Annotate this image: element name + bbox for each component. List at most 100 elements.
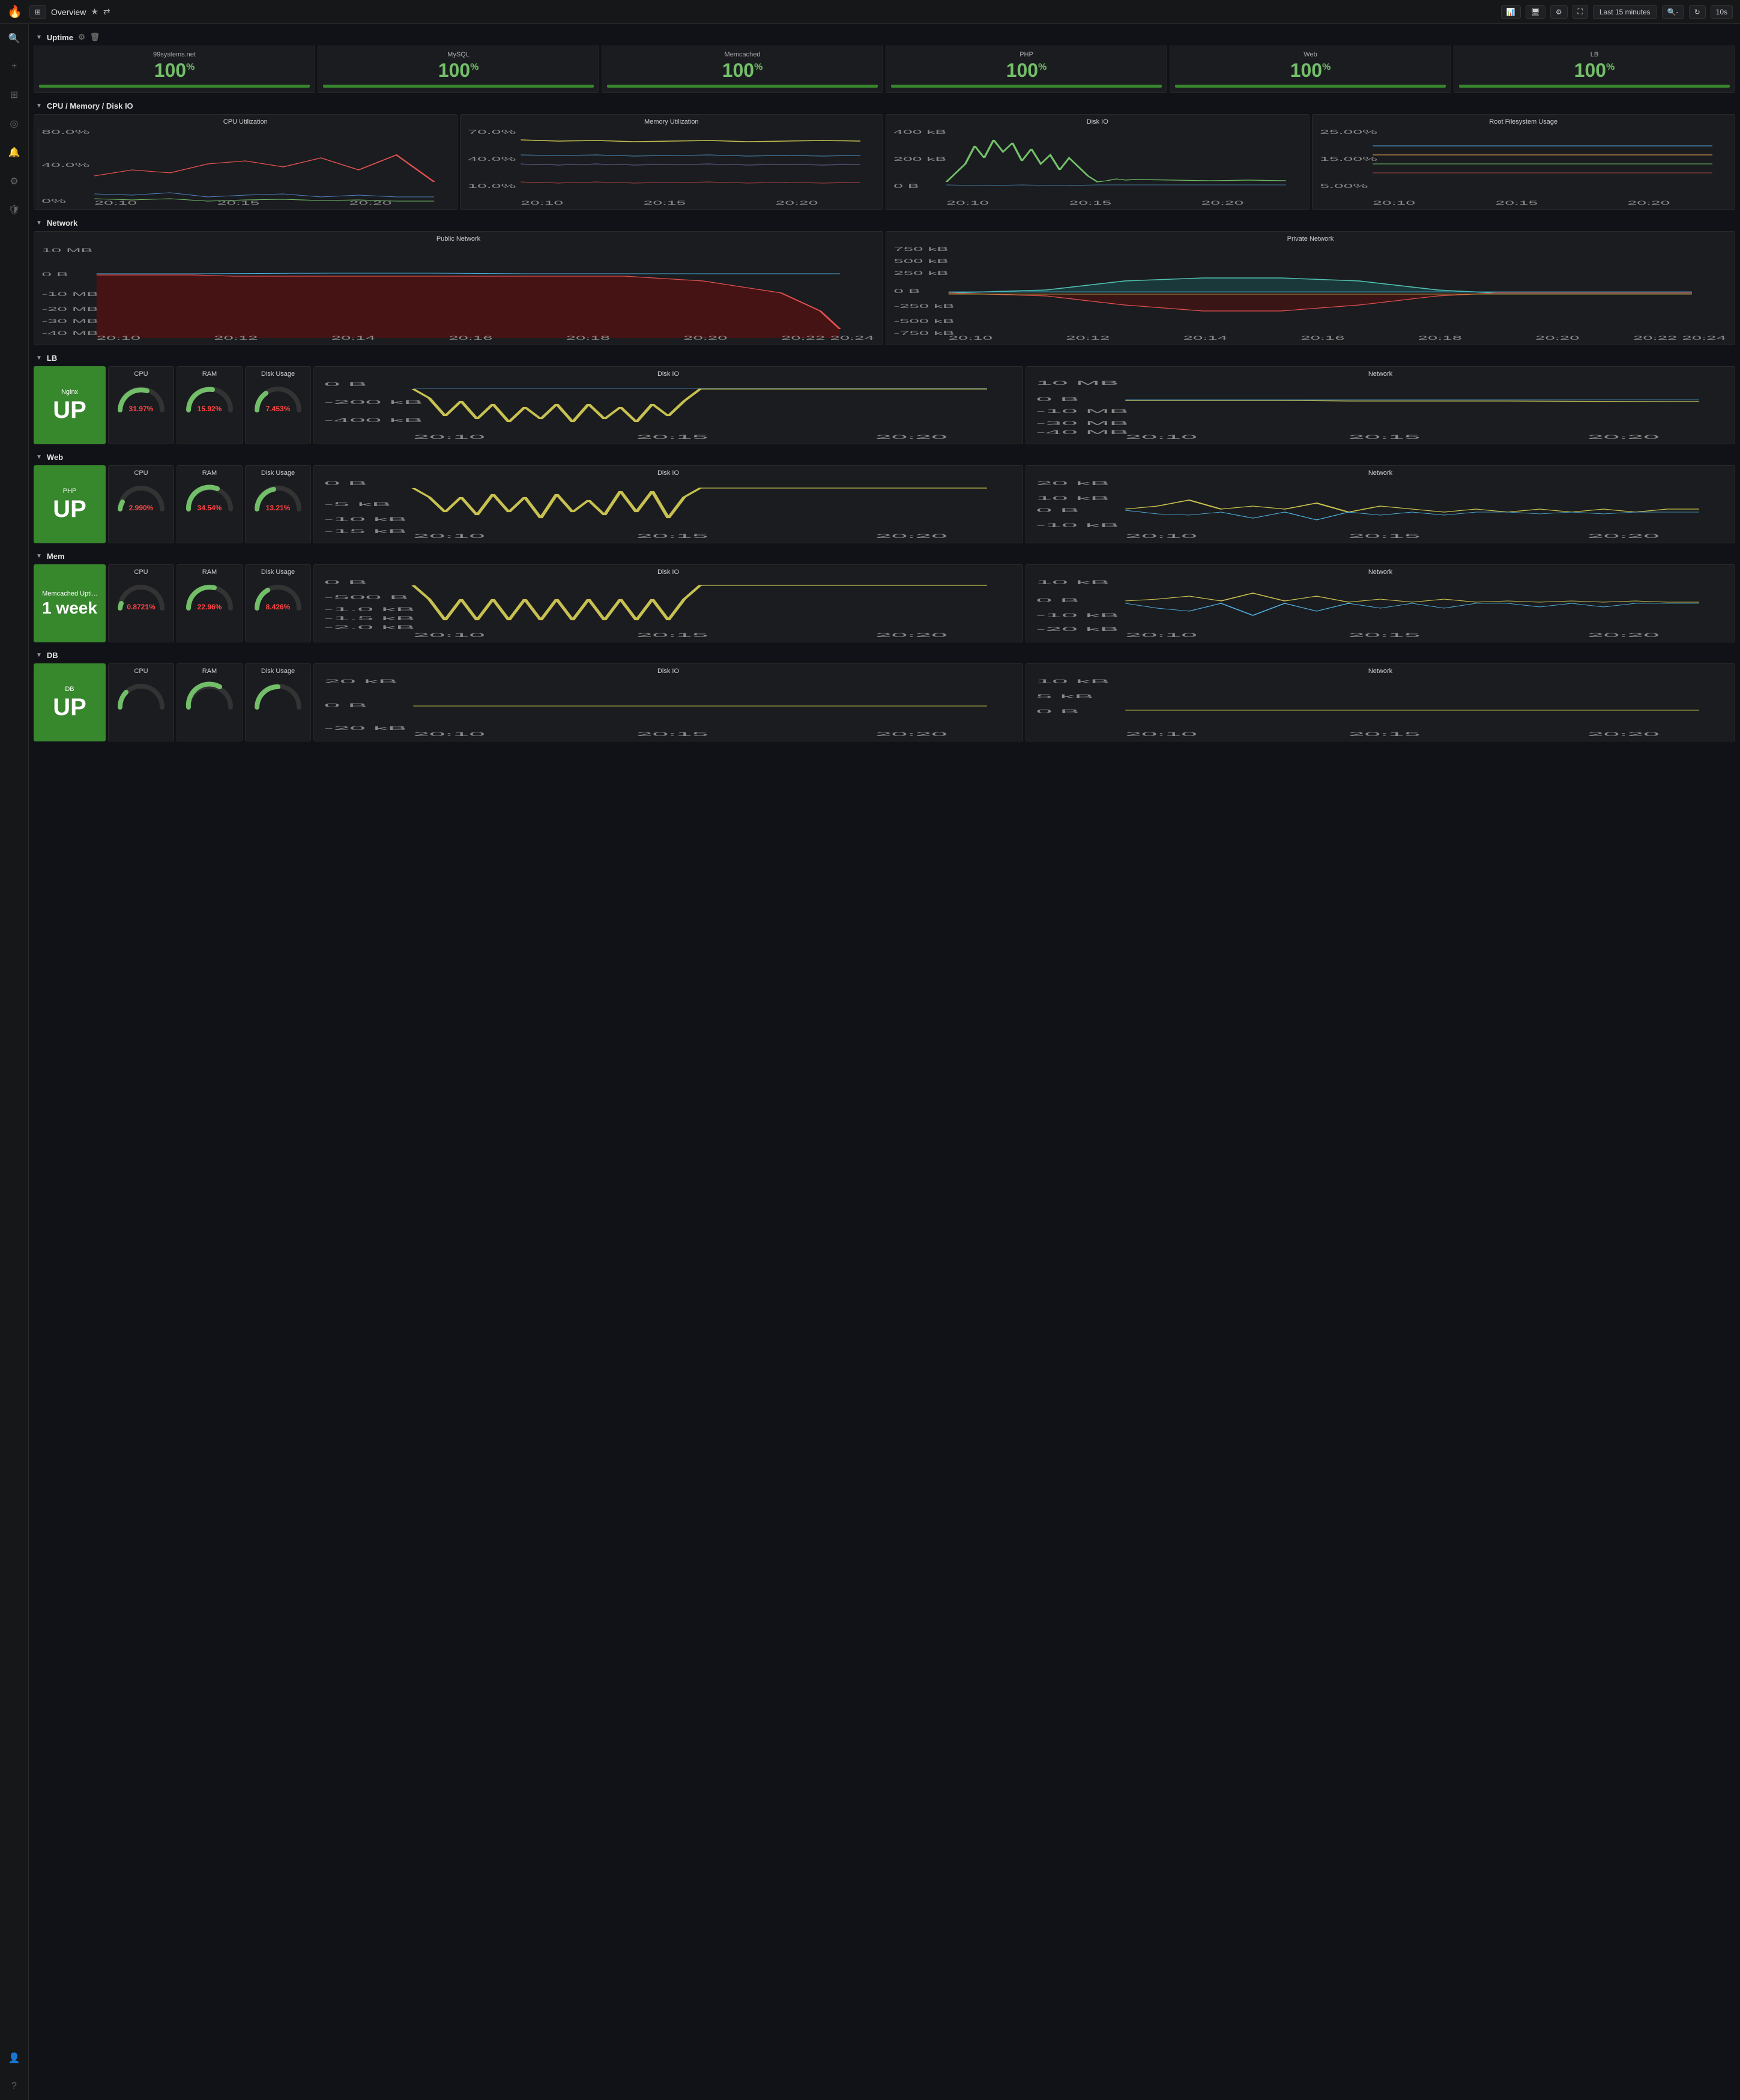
web-chevron: ▼	[36, 454, 42, 460]
db-section-header[interactable]: ▼ DB	[34, 647, 1735, 663]
main-content: ▼ Uptime ⚙ 🗑 99systems.net 100% MySQL 10…	[29, 24, 1740, 2100]
uptime-settings-icon[interactable]: ⚙	[78, 32, 85, 42]
uptime-card-0: 99systems.net 100%	[34, 46, 315, 93]
svg-text:20:20: 20:20	[683, 335, 727, 341]
uptime-card-label-3: PHP	[891, 51, 1162, 58]
mem-section-header[interactable]: ▼ Mem	[34, 548, 1735, 564]
svg-text:20:15: 20:15	[1349, 533, 1421, 539]
svg-text:-400 kB: -400 kB	[324, 417, 423, 423]
lb-network-chart-card: Network 10 MB 0 B -10 MB -30 MB -40 MB 2…	[1026, 366, 1735, 444]
mem-ram-value: 22.96%	[198, 603, 222, 611]
svg-text:20:20: 20:20	[775, 200, 818, 206]
svg-text:40.0%: 40.0%	[468, 156, 516, 162]
svg-text:-10 MB: -10 MB	[42, 291, 98, 297]
web-cpu-label: CPU	[134, 469, 148, 477]
uptime-card-value-0: 100%	[39, 61, 310, 80]
cpu-section-header[interactable]: ▼ CPU / Memory / Disk IO	[34, 98, 1735, 114]
kiosk-btn[interactable]: ⛶	[1572, 5, 1588, 19]
web-ram-gauge: RAM 34.54%	[177, 465, 243, 543]
svg-text:5 kB: 5 kB	[1036, 693, 1094, 699]
uptime-card-value-5: 100%	[1459, 61, 1730, 80]
svg-text:-15 kB: -15 kB	[324, 528, 407, 534]
mem-chevron: ▼	[36, 553, 42, 560]
lb-section-label: LB	[47, 354, 57, 363]
uptime-section-label: Uptime	[47, 33, 73, 42]
topbar-share[interactable]: ⇄	[103, 7, 110, 17]
db-chevron: ▼	[36, 652, 42, 659]
settings-btn[interactable]: ⚙	[1550, 5, 1568, 19]
lb-section-header[interactable]: ▼ LB	[34, 350, 1735, 366]
sidebar-icon-alerts[interactable]: 🔔	[5, 143, 24, 162]
lb-cpu-value: 31.97%	[129, 405, 154, 413]
uptime-card-1: MySQL 100%	[318, 46, 599, 93]
uptime-card-label-5: LB	[1459, 51, 1730, 58]
db-disk-usage-gauge-wrapper	[251, 677, 305, 710]
uptime-bar-2	[607, 85, 878, 88]
svg-text:500 kB: 500 kB	[894, 258, 949, 264]
chart-type-btn[interactable]: 📊	[1501, 5, 1521, 19]
svg-text:0 B: 0 B	[324, 480, 367, 486]
svg-text:20:15: 20:15	[1495, 200, 1538, 206]
svg-text:20:20: 20:20	[1587, 632, 1660, 638]
svg-text:20 kB: 20 kB	[1036, 480, 1110, 486]
svg-text:20:15: 20:15	[636, 434, 708, 440]
svg-text:70.0%: 70.0%	[468, 129, 516, 135]
sidebar-icon-user[interactable]: 👤	[5, 2048, 24, 2068]
svg-text:20:20: 20:20	[1627, 200, 1670, 206]
private-network-chart: 750 kB 500 kB 250 kB 0 B -250 kB -500 kB…	[890, 245, 1731, 341]
zoom-out-btn[interactable]: 🔍-	[1662, 5, 1684, 19]
public-network-title: Public Network	[38, 235, 879, 243]
time-range-btn[interactable]: Last 15 minutes	[1593, 5, 1657, 19]
svg-text:15.00%: 15.00%	[1320, 156, 1377, 162]
lb-disk-usage-gauge-wrapper: 7.453%	[251, 380, 305, 413]
svg-text:20:20: 20:20	[1587, 533, 1660, 539]
mem-row: Memcached Upti... 1 week CPU 0.8721% RAM	[34, 564, 1735, 642]
tv-mode-btn[interactable]: 🖥	[1526, 5, 1545, 19]
svg-text:20:20: 20:20	[349, 200, 392, 206]
lb-disk-usage-value: 7.453%	[266, 405, 291, 413]
mem-ram-gauge: RAM 22.96%	[177, 564, 243, 642]
svg-text:-40 MB: -40 MB	[1036, 429, 1129, 435]
svg-text:40.0%: 40.0%	[41, 162, 89, 168]
db-network-chart-card: Network 10 kB 5 kB 0 B 20:10 20:15 20:20	[1026, 663, 1735, 741]
svg-text:20:20: 20:20	[875, 533, 947, 539]
uptime-trash-icon[interactable]: 🗑	[90, 32, 100, 42]
dashboard-title: Overview	[51, 7, 86, 17]
refresh-interval-btn[interactable]: 10s	[1711, 5, 1733, 19]
uptime-bar-0	[39, 85, 310, 88]
sidebar-icon-help[interactable]: ?	[8, 2077, 20, 2095]
web-ram-gauge-wrapper: 34.54%	[183, 479, 237, 512]
svg-text:-30 MB: -30 MB	[1036, 420, 1129, 426]
sidebar-icon-shield[interactable]: 🛡	[4, 201, 23, 220]
svg-text:20:15: 20:15	[636, 533, 708, 539]
cpu-util-chart: 80.0% 40.0% 0% 20:10 20:15 20:20	[38, 128, 453, 206]
db-disk-usage-label: Disk Usage	[261, 668, 295, 675]
svg-text:20:22: 20:22	[1633, 335, 1677, 341]
svg-text:20:20: 20:20	[875, 434, 947, 440]
sidebar-icon-settings[interactable]: ⚙	[6, 172, 22, 191]
web-disk-usage-gauge-wrapper: 13.21%	[251, 479, 305, 512]
sidebar-icon-search[interactable]: 🔍	[5, 29, 24, 48]
svg-text:20:15: 20:15	[1069, 200, 1112, 206]
uptime-section-header[interactable]: ▼ Uptime ⚙ 🗑	[34, 29, 1735, 46]
sidebar-icon-add[interactable]: +	[8, 58, 20, 76]
cpu-util-card: CPU Utilization 80.0% 40.0% 0% 20:10	[34, 114, 458, 210]
svg-text:-10 MB: -10 MB	[1036, 408, 1129, 414]
svg-text:-5 kB: -5 kB	[324, 501, 391, 507]
grid-view-btn[interactable]: ⊞	[29, 5, 46, 19]
svg-text:0 B: 0 B	[324, 381, 367, 387]
sidebar-icon-dashboards[interactable]: ⊞	[7, 85, 22, 104]
svg-text:20:14: 20:14	[331, 335, 375, 341]
web-section-header[interactable]: ▼ Web	[34, 449, 1735, 465]
db-disk-io-title: Disk IO	[318, 668, 1019, 675]
svg-text:-10 kB: -10 kB	[1036, 522, 1119, 528]
network-section-header[interactable]: ▼ Network	[34, 215, 1735, 231]
uptime-card-label-1: MySQL	[323, 51, 594, 58]
refresh-btn[interactable]: ↻	[1689, 5, 1706, 19]
rootfs-card: Root Filesystem Usage 25.00% 15.00% 5.00…	[1312, 114, 1736, 210]
topbar-star[interactable]: ★	[91, 7, 98, 17]
uptime-card-2: Memcached 100%	[602, 46, 883, 93]
mem-cpu-gauge: CPU 0.8721%	[108, 564, 174, 642]
svg-text:20:15: 20:15	[1349, 632, 1421, 638]
sidebar-icon-explore[interactable]: ◎	[7, 114, 22, 133]
